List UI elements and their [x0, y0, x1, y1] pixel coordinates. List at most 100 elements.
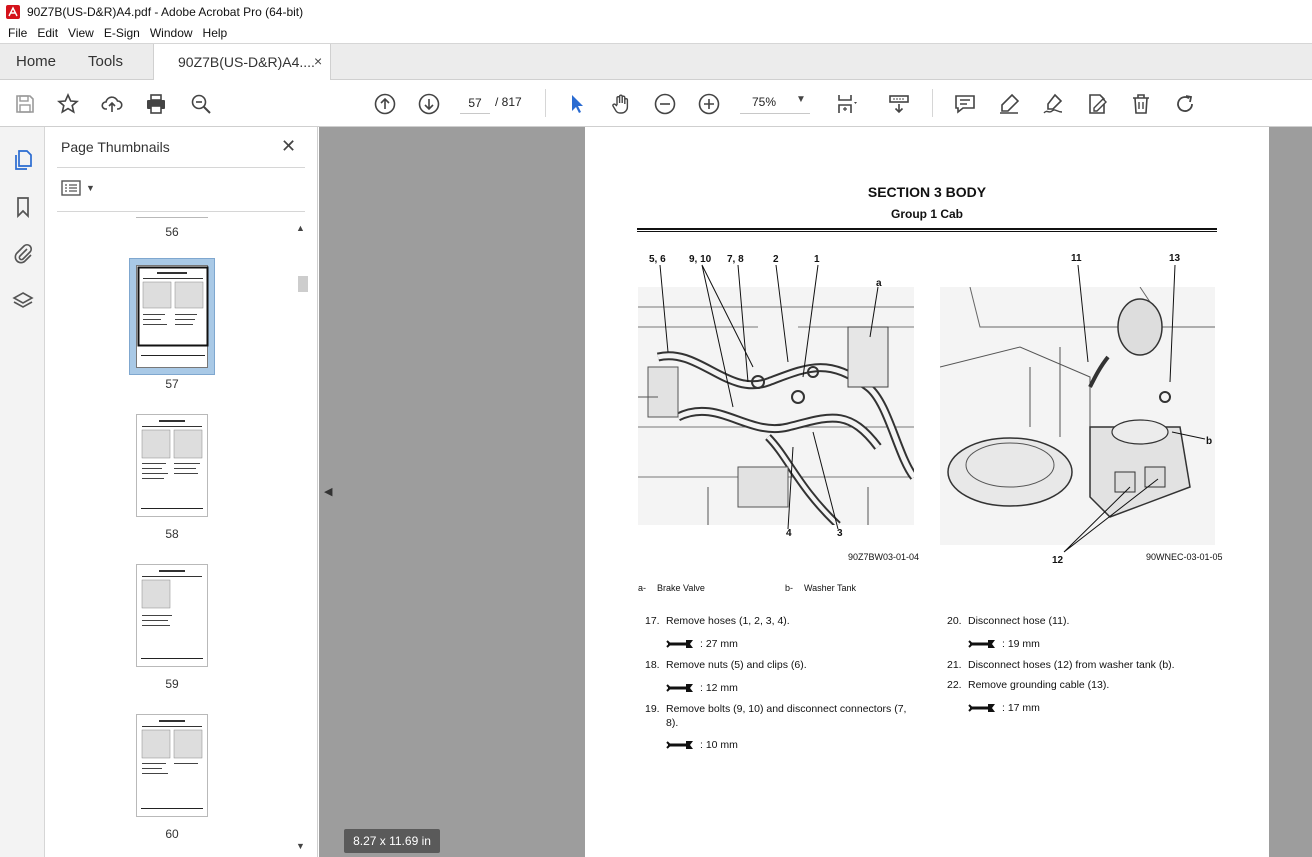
- right-figure-leader-lines: [1063, 264, 1206, 553]
- menu-help[interactable]: Help: [198, 26, 233, 40]
- scroll-up-icon[interactable]: ▲: [296, 223, 305, 233]
- step-number: 17.: [645, 615, 660, 627]
- attachment-icon[interactable]: [10, 240, 36, 266]
- chevron-down-icon: ▼: [796, 94, 806, 105]
- thumbnail-60[interactable]: [136, 714, 208, 817]
- thumbnail-label: 58: [165, 527, 179, 541]
- tab-home[interactable]: Home: [16, 53, 56, 70]
- callout-12: 12: [1052, 555, 1064, 566]
- left-figure-leader-lines: [659, 264, 879, 530]
- zoom-value: 75%: [752, 95, 777, 109]
- callout-3: 3: [837, 528, 843, 539]
- torque-value: : 27 mm: [700, 638, 738, 650]
- figure-id-left: 90Z7BW03-01-04: [848, 552, 920, 562]
- thumbnail-preview: [137, 266, 209, 356]
- page-total: / 817: [495, 95, 522, 109]
- wrench-icon: [968, 704, 995, 712]
- star-icon[interactable]: [55, 91, 81, 117]
- page-size-badge: 8.27 x 11.69 in: [344, 829, 440, 853]
- upload-icon[interactable]: [99, 91, 125, 117]
- tab-document[interactable]: 90Z7B(US-D&R)A4.... ×: [153, 44, 331, 81]
- step-text-continued: 8).: [666, 717, 679, 729]
- scroll-mode-icon[interactable]: [886, 91, 912, 117]
- toolbar: [0, 80, 1312, 127]
- legend-key-b: b-: [785, 583, 794, 593]
- step-number: 22.: [947, 679, 962, 691]
- sign-icon[interactable]: [1040, 91, 1066, 117]
- wrench-icon: [666, 741, 693, 749]
- step-text: Remove bolts (9, 10) and disconnect conn…: [666, 703, 907, 715]
- rotate-icon[interactable]: [1172, 91, 1198, 117]
- step-text: Disconnect hoses (12) from washer tank (…: [968, 659, 1175, 671]
- fill-sign-icon[interactable]: [1084, 91, 1110, 117]
- step-text: Remove hoses (1, 2, 3, 4).: [666, 615, 790, 627]
- thumbnail-58[interactable]: [136, 414, 208, 517]
- torque-spec: : 12 mm: [666, 682, 738, 694]
- torque-spec: : 10 mm: [666, 739, 738, 751]
- tab-document-label: 90Z7B(US-D&R)A4....: [178, 54, 315, 70]
- torque-value: : 12 mm: [700, 682, 738, 694]
- print-icon[interactable]: [143, 91, 169, 117]
- menu-edit[interactable]: Edit: [32, 26, 63, 40]
- torque-spec: : 19 mm: [968, 638, 1040, 650]
- chevron-down-icon: ▼: [86, 183, 95, 193]
- zoom-in-icon[interactable]: [696, 91, 722, 117]
- tab-close-icon[interactable]: ×: [314, 53, 322, 69]
- page-thumbnails-icon[interactable]: [10, 147, 36, 173]
- step-text: Remove grounding cable (13).: [968, 679, 1110, 691]
- title-bar: 90Z7B(US-D&R)A4.pdf - Adobe Acrobat Pro …: [0, 0, 1312, 23]
- comment-icon[interactable]: [952, 91, 978, 117]
- save-icon[interactable]: [12, 91, 38, 117]
- thumbnail-scrollbar[interactable]: ▲ ▼: [296, 223, 310, 857]
- thumbnail-label: 59: [165, 677, 179, 691]
- document-view[interactable]: ◀ SECTION 3 BODY Group 1 Cab 5, 6 9, 10 …: [319, 127, 1312, 857]
- torque-value: : 19 mm: [1002, 638, 1040, 650]
- callout-9-10: 9, 10: [689, 254, 712, 265]
- menu-bar: File Edit View E-Sign Window Help: [0, 23, 1312, 43]
- delete-icon[interactable]: [1128, 91, 1154, 117]
- scroll-thumb[interactable]: [298, 276, 308, 292]
- menu-esign[interactable]: E-Sign: [99, 26, 145, 40]
- menu-window[interactable]: Window: [145, 26, 198, 40]
- tab-tools[interactable]: Tools: [88, 53, 123, 70]
- legend-key-a: a-: [638, 583, 647, 593]
- thumbnail-preview: [141, 570, 203, 659]
- step-number: 20.: [947, 615, 962, 627]
- thumbnail-preview: [141, 720, 203, 809]
- highlight-icon[interactable]: [996, 91, 1022, 117]
- zoom-out-icon[interactable]: [652, 91, 678, 117]
- group-title: Group 1 Cab: [890, 207, 963, 221]
- torque-value: : 17 mm: [1002, 702, 1040, 714]
- page-number-input[interactable]: [460, 92, 490, 114]
- select-cursor-icon[interactable]: [564, 91, 590, 117]
- zoom-search-icon[interactable]: [188, 91, 214, 117]
- thumbnail-options-button[interactable]: ▼: [61, 180, 95, 196]
- hand-icon[interactable]: [608, 91, 634, 117]
- callout-7-8: 7, 8: [727, 254, 744, 265]
- next-page-icon[interactable]: [416, 91, 442, 117]
- tab-bar: Home Tools 90Z7B(US-D&R)A4.... ×: [0, 43, 1312, 81]
- callout-5-6: 5, 6: [649, 254, 666, 265]
- callout-13: 13: [1169, 253, 1181, 264]
- torque-spec: : 17 mm: [968, 702, 1040, 714]
- thumbnail-57-selected[interactable]: [129, 258, 215, 375]
- torque-spec: : 27 mm: [666, 638, 738, 650]
- close-icon[interactable]: ✕: [281, 136, 296, 157]
- page-fit-icon[interactable]: [833, 91, 859, 117]
- menu-view[interactable]: View: [63, 26, 99, 40]
- scroll-down-icon[interactable]: ▼: [296, 841, 305, 851]
- callout-2: 2: [773, 254, 779, 265]
- thumbnail-59[interactable]: [136, 564, 208, 667]
- wrench-icon: [666, 640, 693, 648]
- collapse-panel-icon[interactable]: ◀: [324, 485, 332, 498]
- torque-value: : 10 mm: [700, 739, 738, 751]
- thumbnail-label: 57: [165, 377, 179, 391]
- callout-11: 11: [1071, 253, 1082, 264]
- wrench-icon: [968, 640, 995, 648]
- bookmark-icon[interactable]: [10, 194, 36, 220]
- prev-page-icon[interactable]: [372, 91, 398, 117]
- layers-icon[interactable]: [10, 288, 36, 314]
- zoom-select[interactable]: 75% ▼: [740, 92, 810, 114]
- thumbnail-preview: [141, 420, 203, 509]
- menu-file[interactable]: File: [3, 26, 32, 40]
